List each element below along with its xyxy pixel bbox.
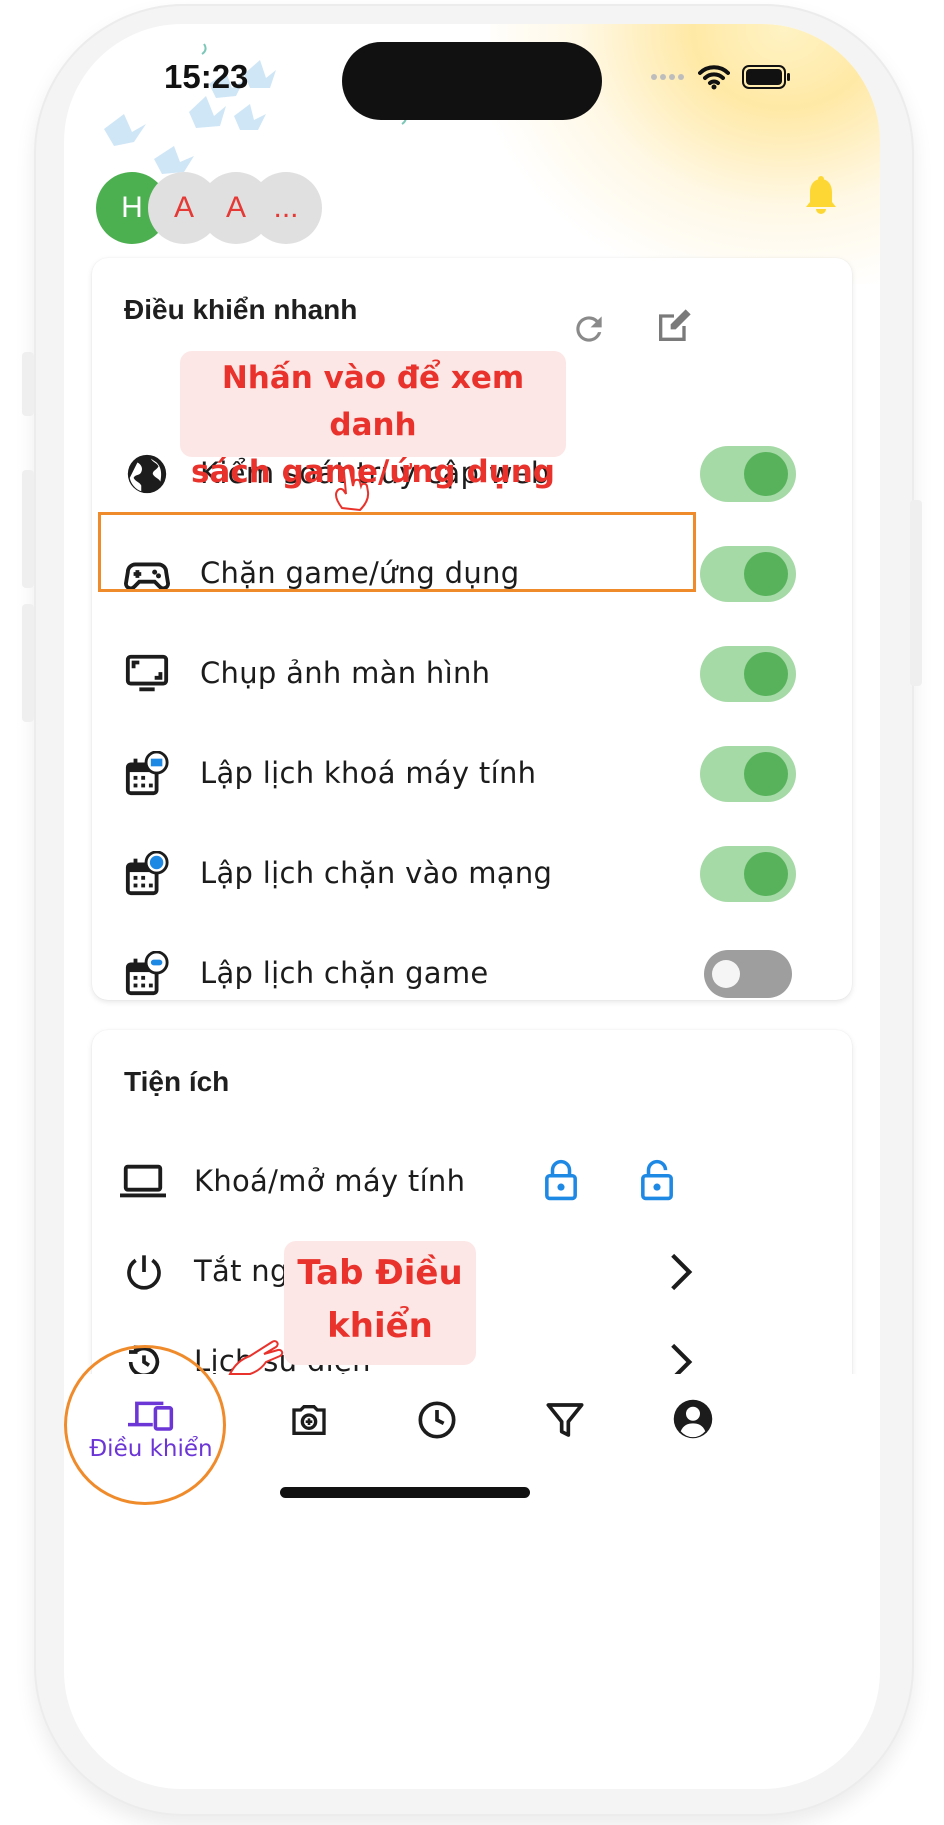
unlock-computer-button[interactable] (640, 1158, 674, 1206)
control-row-schedule-web[interactable]: Lập lịch chặn vào mạng (92, 824, 852, 924)
volume-down-button (22, 604, 34, 722)
schedule-game-icon (125, 951, 169, 996)
signal-dots-icon (651, 74, 684, 80)
avatar-initial: ... (273, 191, 299, 224)
control-label: Chụp ảnh màn hình (200, 656, 491, 690)
bell-icon (806, 176, 836, 214)
notification-bell[interactable] (804, 176, 838, 220)
utility-label: Khoá/mở máy tính (194, 1164, 466, 1198)
callout-line: khiển (327, 1306, 433, 1346)
profile-switcher: H A A ... (96, 172, 356, 244)
refresh-icon (576, 316, 602, 342)
filter-icon (546, 1403, 584, 1437)
toggle-schedule-game[interactable] (700, 946, 796, 1002)
highlight-game-block-row (98, 512, 696, 592)
refresh-button[interactable] (570, 310, 608, 352)
power-icon (127, 1255, 161, 1290)
screenshot-monitor-icon (125, 654, 169, 692)
toggle-web-control[interactable] (700, 446, 796, 502)
toggle-game-block[interactable] (700, 546, 796, 602)
home-indicator (280, 1487, 530, 1498)
callout-tap-to-view: Nhấn vào để xem danh sách game/ứng dụng (180, 351, 566, 490)
callout-tab-label: Tab Điều khiển (284, 1241, 476, 1365)
volume-up-button (22, 470, 34, 588)
control-row-schedule-lock[interactable]: Lập lịch khoá máy tính (92, 724, 852, 824)
control-label: Lập lịch chặn game (200, 956, 489, 990)
utility-row-lock: Khoá/mở máy tính (92, 1138, 852, 1228)
control-row-schedule-game[interactable]: Lập lịch chặn game (92, 924, 852, 1024)
dynamic-island (342, 42, 602, 120)
nav-tab-filter[interactable] (500, 1374, 630, 1524)
pointing-hand-icon (228, 1340, 284, 1375)
avatar-initial: A (173, 191, 194, 224)
edit-button[interactable] (654, 306, 694, 350)
control-row-screenshot[interactable]: Chụp ảnh màn hình (92, 624, 852, 724)
laptop-icon (120, 1164, 166, 1198)
status-time: 15:23 (164, 58, 249, 95)
phone-mockup: 15:23 H A A ... Điều khiển nhanh Kiểm so… (0, 0, 944, 1825)
schedule-computer-icon (125, 751, 169, 796)
nav-tab-account[interactable] (628, 1374, 758, 1524)
avatar-more[interactable]: ... (250, 172, 322, 244)
toggle-schedule-lock[interactable] (700, 746, 796, 802)
callout-line: Nhấn vào để xem danh (221, 360, 525, 443)
highlight-tab-circle (64, 1345, 226, 1505)
chevron-right-icon (671, 1253, 693, 1291)
toggle-screenshot[interactable] (700, 646, 796, 702)
avatar-initial: H (121, 191, 143, 224)
unlock-icon (641, 1159, 673, 1201)
account-icon (673, 1399, 713, 1439)
control-label: Lập lịch chặn vào mạng (200, 856, 553, 890)
quick-controls-title: Điều khiển nhanh (124, 294, 358, 325)
clock-icon (418, 1401, 456, 1439)
edit-icon (659, 309, 691, 341)
nav-tab-camera[interactable] (244, 1374, 374, 1524)
camera-icon (292, 1405, 326, 1435)
wifi-icon (698, 65, 730, 90)
lock-icon (545, 1159, 577, 1201)
schedule-web-icon (125, 851, 169, 896)
mute-switch (22, 352, 34, 416)
globe-icon (127, 454, 167, 494)
control-label: Lập lịch khoá máy tính (200, 756, 537, 790)
power-side-button (910, 500, 922, 686)
pointing-hand-icon (334, 466, 370, 512)
app-screen: 15:23 H A A ... Điều khiển nhanh Kiểm so… (64, 24, 880, 1789)
status-icons (650, 64, 792, 90)
nav-tab-history[interactable] (372, 1374, 502, 1524)
avatar-initial: A (225, 191, 246, 224)
callout-line: Tab Điều (297, 1253, 463, 1293)
lock-computer-button[interactable] (544, 1158, 578, 1206)
battery-icon (742, 65, 790, 89)
toggle-schedule-web[interactable] (700, 846, 796, 902)
utilities-title: Tiện ích (124, 1066, 230, 1097)
